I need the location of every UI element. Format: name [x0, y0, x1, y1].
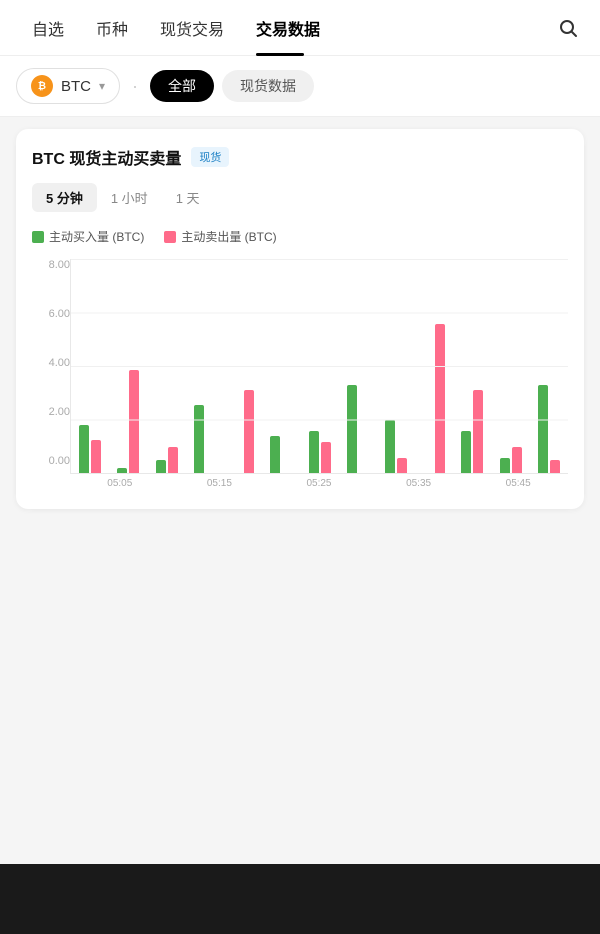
x-label-05:05: 05:05: [70, 478, 170, 489]
legend-sell-label: 主动卖出量 (BTC): [181, 228, 276, 245]
bar-sell: [168, 447, 178, 473]
legend-buy-dot: [32, 231, 44, 243]
bar-group: [109, 370, 147, 473]
y-label-0: 0.00: [32, 455, 70, 467]
x-label-05:45: 05:45: [468, 478, 568, 489]
top-navigation: 自选 币种 现货交易 交易数据: [0, 0, 600, 56]
bar-group: [339, 385, 377, 473]
nav-item-spot-trading[interactable]: 现货交易: [144, 0, 240, 56]
nav-item-watchlist[interactable]: 自选: [16, 0, 80, 56]
bar-sell: [129, 370, 139, 473]
bar-buy: [385, 420, 395, 473]
bar-buy: [500, 458, 510, 473]
bar-group: [262, 436, 300, 473]
bars-container: [70, 259, 568, 474]
bar-sell: [244, 390, 254, 473]
bar-sell: [512, 447, 522, 473]
nav-item-coins[interactable]: 币种: [80, 0, 144, 56]
card-title: BTC 现货主动买卖量: [32, 145, 181, 169]
bar-sell: [435, 324, 445, 473]
bar-buy: [309, 431, 319, 473]
bar-group: [300, 431, 338, 473]
main-content: BTC 现货主动买卖量 现货 5 分钟 1 小时 1 天 主动买入量 (BTC)…: [0, 117, 600, 521]
x-label-05:15: 05:15: [170, 478, 270, 489]
bar-group: [530, 385, 568, 473]
y-axis: 8.00 6.00 4.00 2.00 0.00: [32, 259, 70, 489]
time-tabs: 5 分钟 1 小时 1 天: [32, 183, 568, 212]
y-label-2: 2.00: [32, 406, 70, 418]
x-label-05:25: 05:25: [269, 478, 369, 489]
bar-buy: [538, 385, 548, 473]
bar-group: [186, 405, 224, 473]
bar-group: [71, 425, 109, 473]
chart-body: 05:0505:1505:2505:3505:45: [70, 259, 568, 489]
coin-label: BTC: [61, 78, 91, 95]
filter-btn-spot[interactable]: 现货数据: [222, 70, 314, 102]
legend-sell: 主动卖出量 (BTC): [164, 228, 276, 245]
x-label-05:35: 05:35: [369, 478, 469, 489]
search-button[interactable]: [552, 12, 584, 44]
legend-sell-dot: [164, 231, 176, 243]
x-axis: 05:0505:1505:2505:3505:45: [70, 478, 568, 489]
chart-card: BTC 现货主动买卖量 现货 5 分钟 1 小时 1 天 主动买入量 (BTC)…: [16, 129, 584, 509]
card-title-row: BTC 现货主动买卖量 现货: [32, 145, 568, 169]
chart-legend: 主动买入量 (BTC) 主动卖出量 (BTC): [32, 228, 568, 245]
bar-buy: [270, 436, 280, 473]
filter-bar: ₿ BTC ▾ · 全部 现货数据: [0, 56, 600, 117]
filter-btn-all[interactable]: 全部: [150, 70, 214, 102]
filter-buttons: 全部 现货数据: [150, 70, 314, 102]
legend-buy-label: 主动买入量 (BTC): [49, 228, 144, 245]
bar-sell: [321, 442, 331, 473]
footer-dark: [0, 864, 600, 934]
bar-buy: [347, 385, 357, 473]
bar-sell: [473, 390, 483, 473]
coin-selector[interactable]: ₿ BTC ▾: [16, 68, 120, 104]
time-tab-5min[interactable]: 5 分钟: [32, 183, 97, 212]
bar-group: [147, 447, 185, 473]
bar-buy: [156, 460, 166, 473]
bar-group: [492, 447, 530, 473]
time-tab-1hour[interactable]: 1 小时: [97, 183, 162, 212]
chevron-down-icon: ▾: [99, 79, 105, 93]
divider: ·: [132, 76, 138, 97]
chart-area: 8.00 6.00 4.00 2.00 0.00 05:0505:1505: [32, 259, 568, 489]
bar-buy: [461, 431, 471, 473]
y-label-8: 8.00: [32, 259, 70, 271]
bar-buy: [79, 425, 89, 473]
bar-sell: [397, 458, 407, 473]
spot-badge: 现货: [191, 147, 229, 167]
bar-sell: [550, 460, 560, 473]
bar-buy: [117, 468, 127, 473]
bar-group: [377, 420, 415, 473]
y-label-6: 6.00: [32, 308, 70, 320]
chart-inner: 8.00 6.00 4.00 2.00 0.00 05:0505:1505: [32, 259, 568, 489]
nav-item-trading-data[interactable]: 交易数据: [240, 0, 336, 56]
y-label-4: 4.00: [32, 357, 70, 369]
legend-buy: 主动买入量 (BTC): [32, 228, 144, 245]
bar-group: [415, 324, 453, 473]
btc-icon: ₿: [31, 75, 53, 97]
bar-group: [224, 390, 262, 473]
time-tab-1day[interactable]: 1 天: [162, 183, 214, 212]
bar-buy: [194, 405, 204, 473]
bar-group: [453, 390, 491, 473]
bar-sell: [91, 440, 101, 473]
